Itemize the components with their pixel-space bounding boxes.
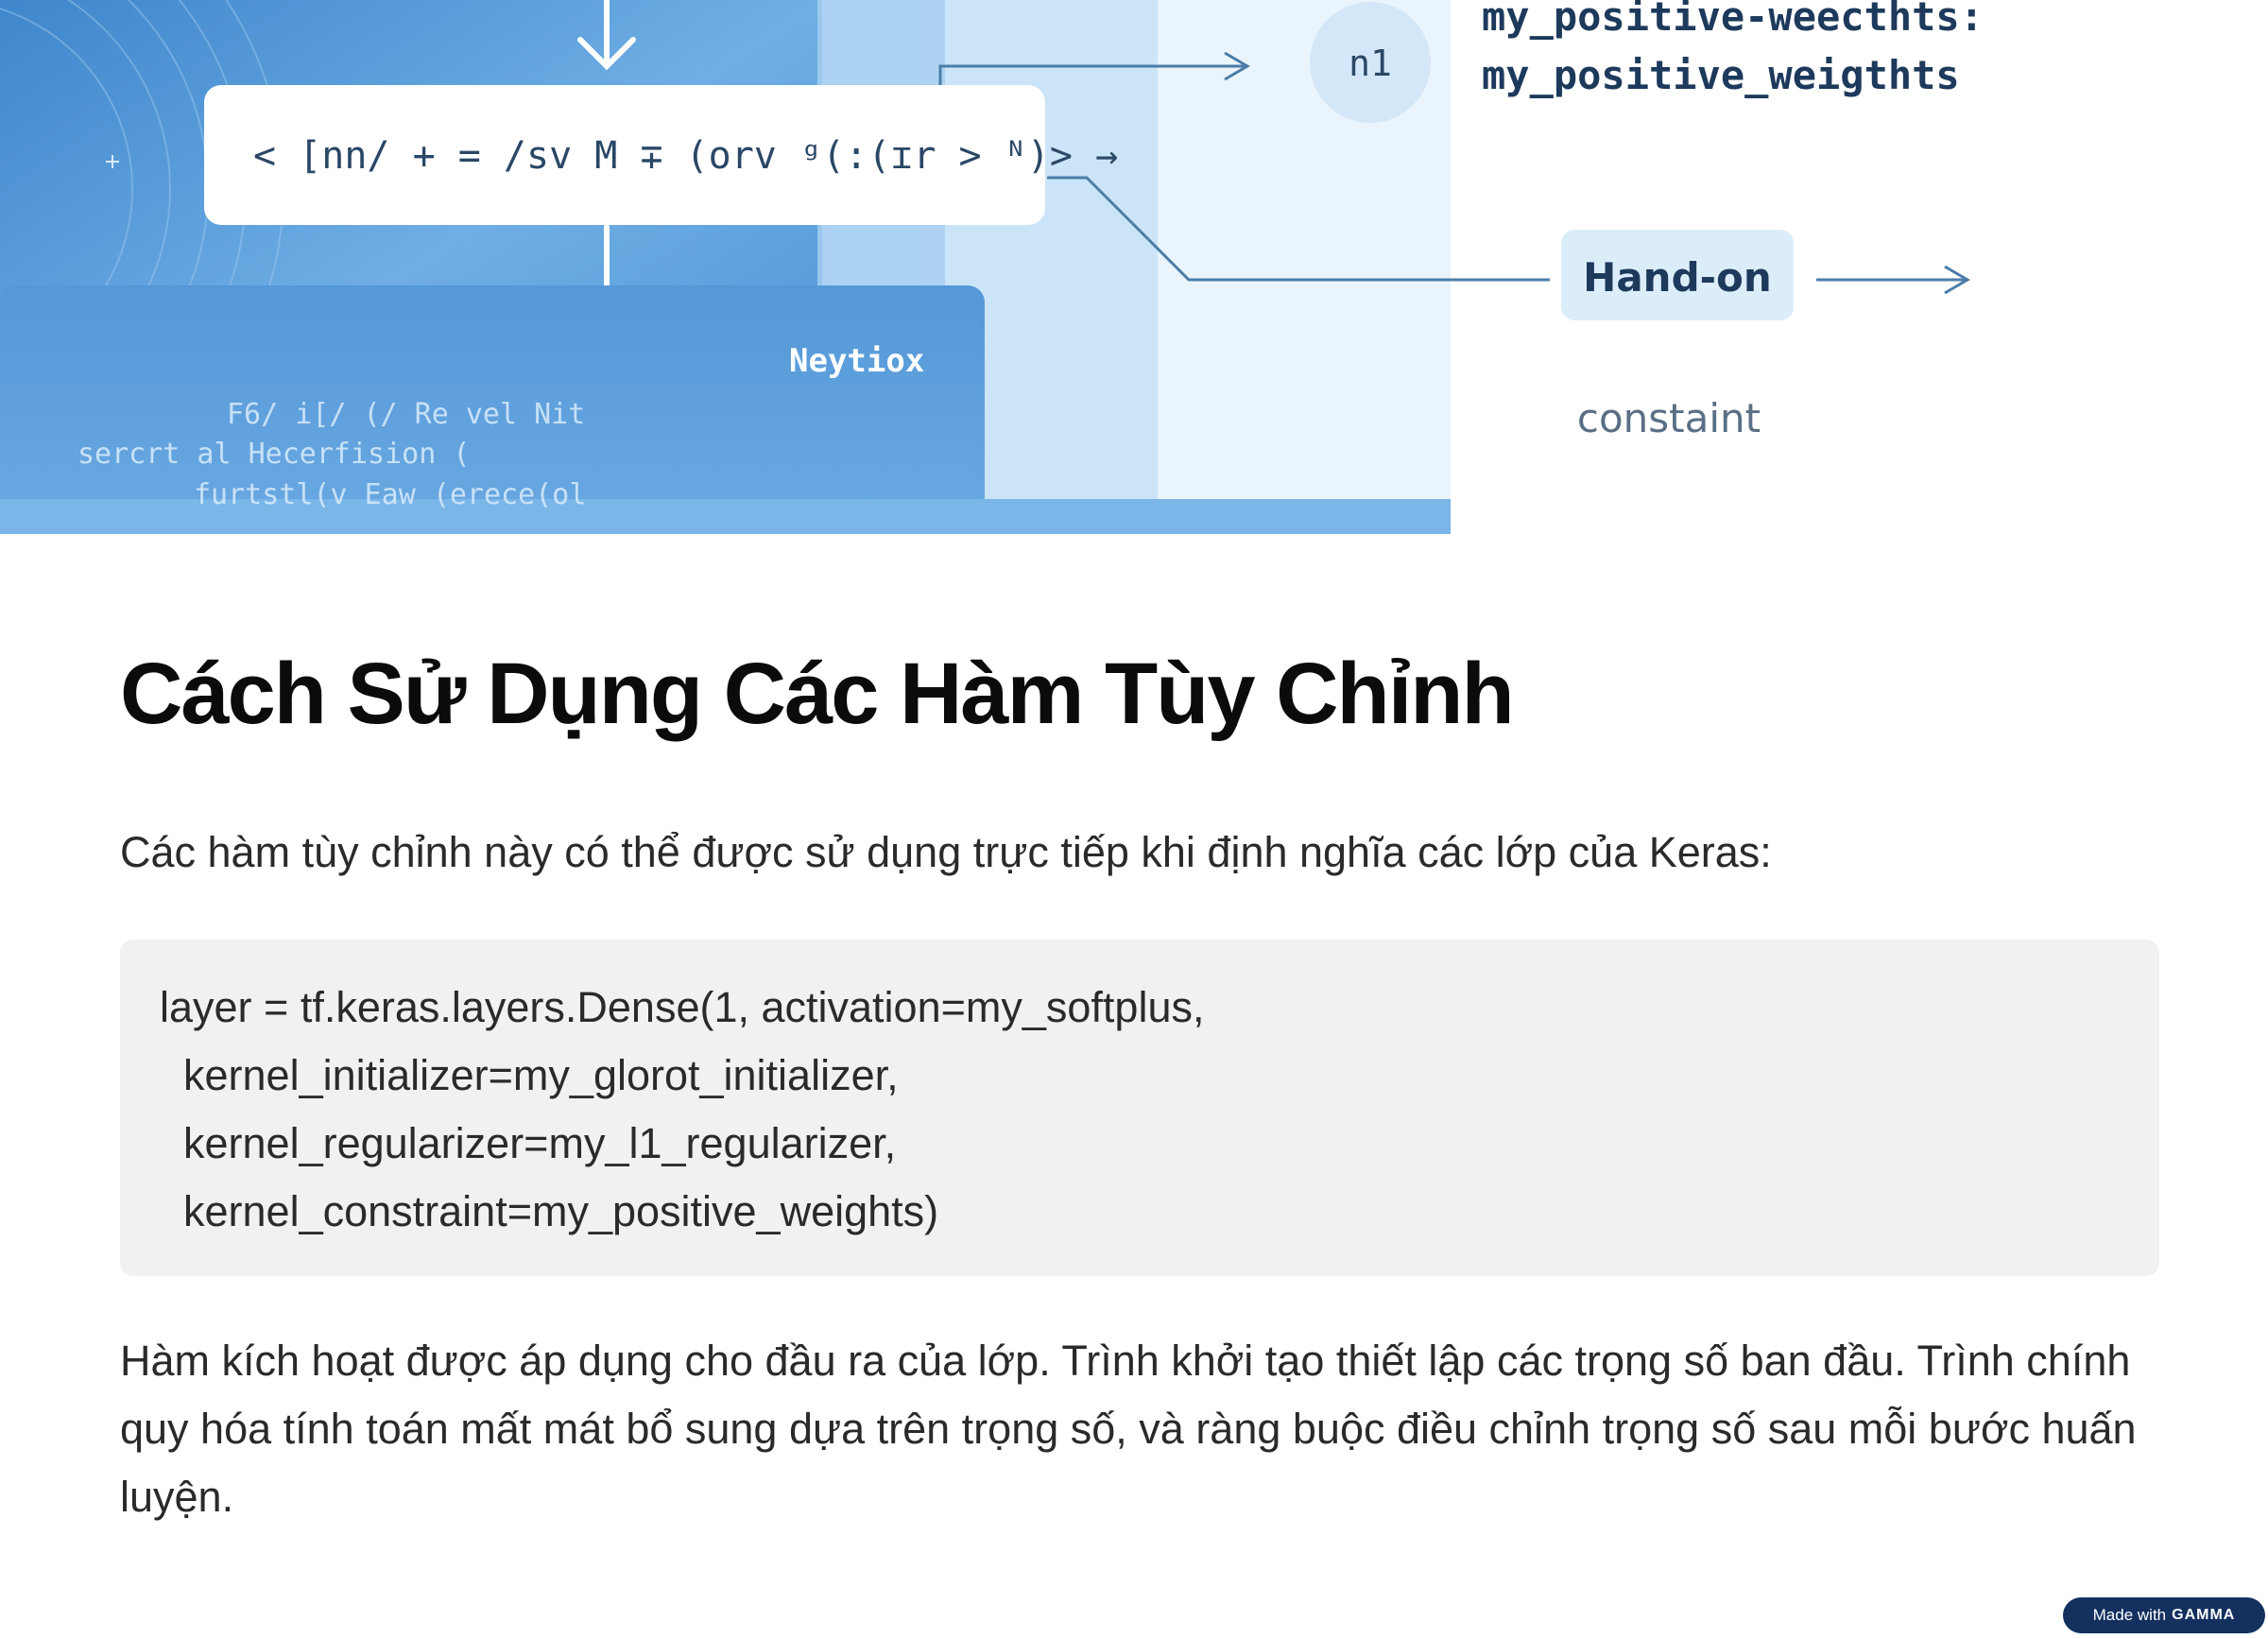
weights-label-1: my_positive-weecthts:: [1482, 0, 1984, 40]
badge-prefix: Made with: [2092, 1606, 2167, 1624]
node-label: n1: [1349, 43, 1392, 84]
panel-label: Neytiox: [789, 342, 924, 380]
diagram-illustration: Neytiox F6/ i[/ (/ Re vel Nit sercrt al …: [0, 0, 1984, 534]
panel-line-2: sercrt al Hecerfision (: [77, 438, 470, 471]
gamma-logo: GAMMA: [2172, 1607, 2236, 1623]
panel-line-1: F6/ i[/ (/ Re vel Nit: [227, 398, 585, 431]
constraint-label: constaint: [1577, 395, 1761, 441]
code-line: kernel_constraint=my_positive_weights): [160, 1187, 939, 1235]
intro-text: Các hàm tùy chỉnh này có thể được sử dụn…: [120, 828, 1772, 876]
page-title: Cách Sử Dụng Các Hàm Tùy Chỉnh: [120, 646, 1515, 742]
hand-on-label: Hand-on: [1583, 254, 1772, 301]
description-text: Hàm kích hoạt được áp dụng cho đầu ra củ…: [120, 1337, 2137, 1521]
hero-illustration: Neytiox F6/ i[/ (/ Re vel Nit sercrt al …: [0, 0, 2268, 534]
code-block: layer = tf.keras.layers.Dense(1, activat…: [120, 940, 2159, 1276]
weights-label-2: my_positive_weigthts: [1482, 52, 1960, 98]
code-line: kernel_regularizer=my_l1_regularizer,: [160, 1119, 897, 1167]
code-line: kernel_initializer=my_glorot_initializer…: [160, 1051, 899, 1099]
formula-text: < [nn/ + = /sv M ∓ (orv ᵍ(:(ɪr > ᴺ)> →: [253, 134, 1118, 178]
panel-line-3: furtstl(v Eaw (erece(ol: [194, 478, 586, 511]
made-with-gamma-badge[interactable]: Made with GAMMA: [2063, 1597, 2265, 1633]
code-line: layer = tf.keras.layers.Dense(1, activat…: [160, 983, 1205, 1031]
